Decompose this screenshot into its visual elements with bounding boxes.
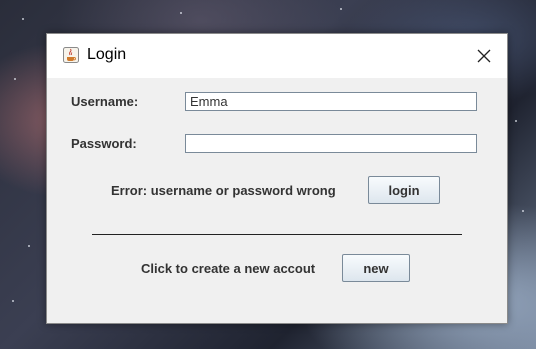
username-field[interactable]: Emma	[185, 92, 477, 111]
login-dialog: Login Username: Emma Password: Error: us…	[46, 33, 508, 324]
error-message: Error: username or password wrong	[111, 183, 336, 198]
divider	[92, 234, 462, 235]
star	[522, 210, 524, 212]
password-label: Password:	[71, 136, 137, 151]
create-account-prompt: Click to create a new accout	[141, 261, 316, 276]
star	[180, 12, 182, 14]
password-field[interactable]	[185, 134, 477, 153]
title-bar[interactable]: Login	[47, 34, 507, 78]
username-label: Username:	[71, 94, 139, 109]
star	[340, 8, 342, 10]
star	[14, 78, 16, 80]
star	[22, 18, 24, 20]
star	[515, 120, 517, 122]
close-icon	[477, 49, 491, 63]
close-button[interactable]	[461, 34, 507, 78]
star	[28, 245, 30, 247]
new-account-button[interactable]: new	[342, 254, 410, 282]
login-button[interactable]: login	[368, 176, 440, 204]
window-title: Login	[87, 46, 127, 63]
star	[12, 300, 14, 302]
java-icon	[63, 47, 79, 63]
